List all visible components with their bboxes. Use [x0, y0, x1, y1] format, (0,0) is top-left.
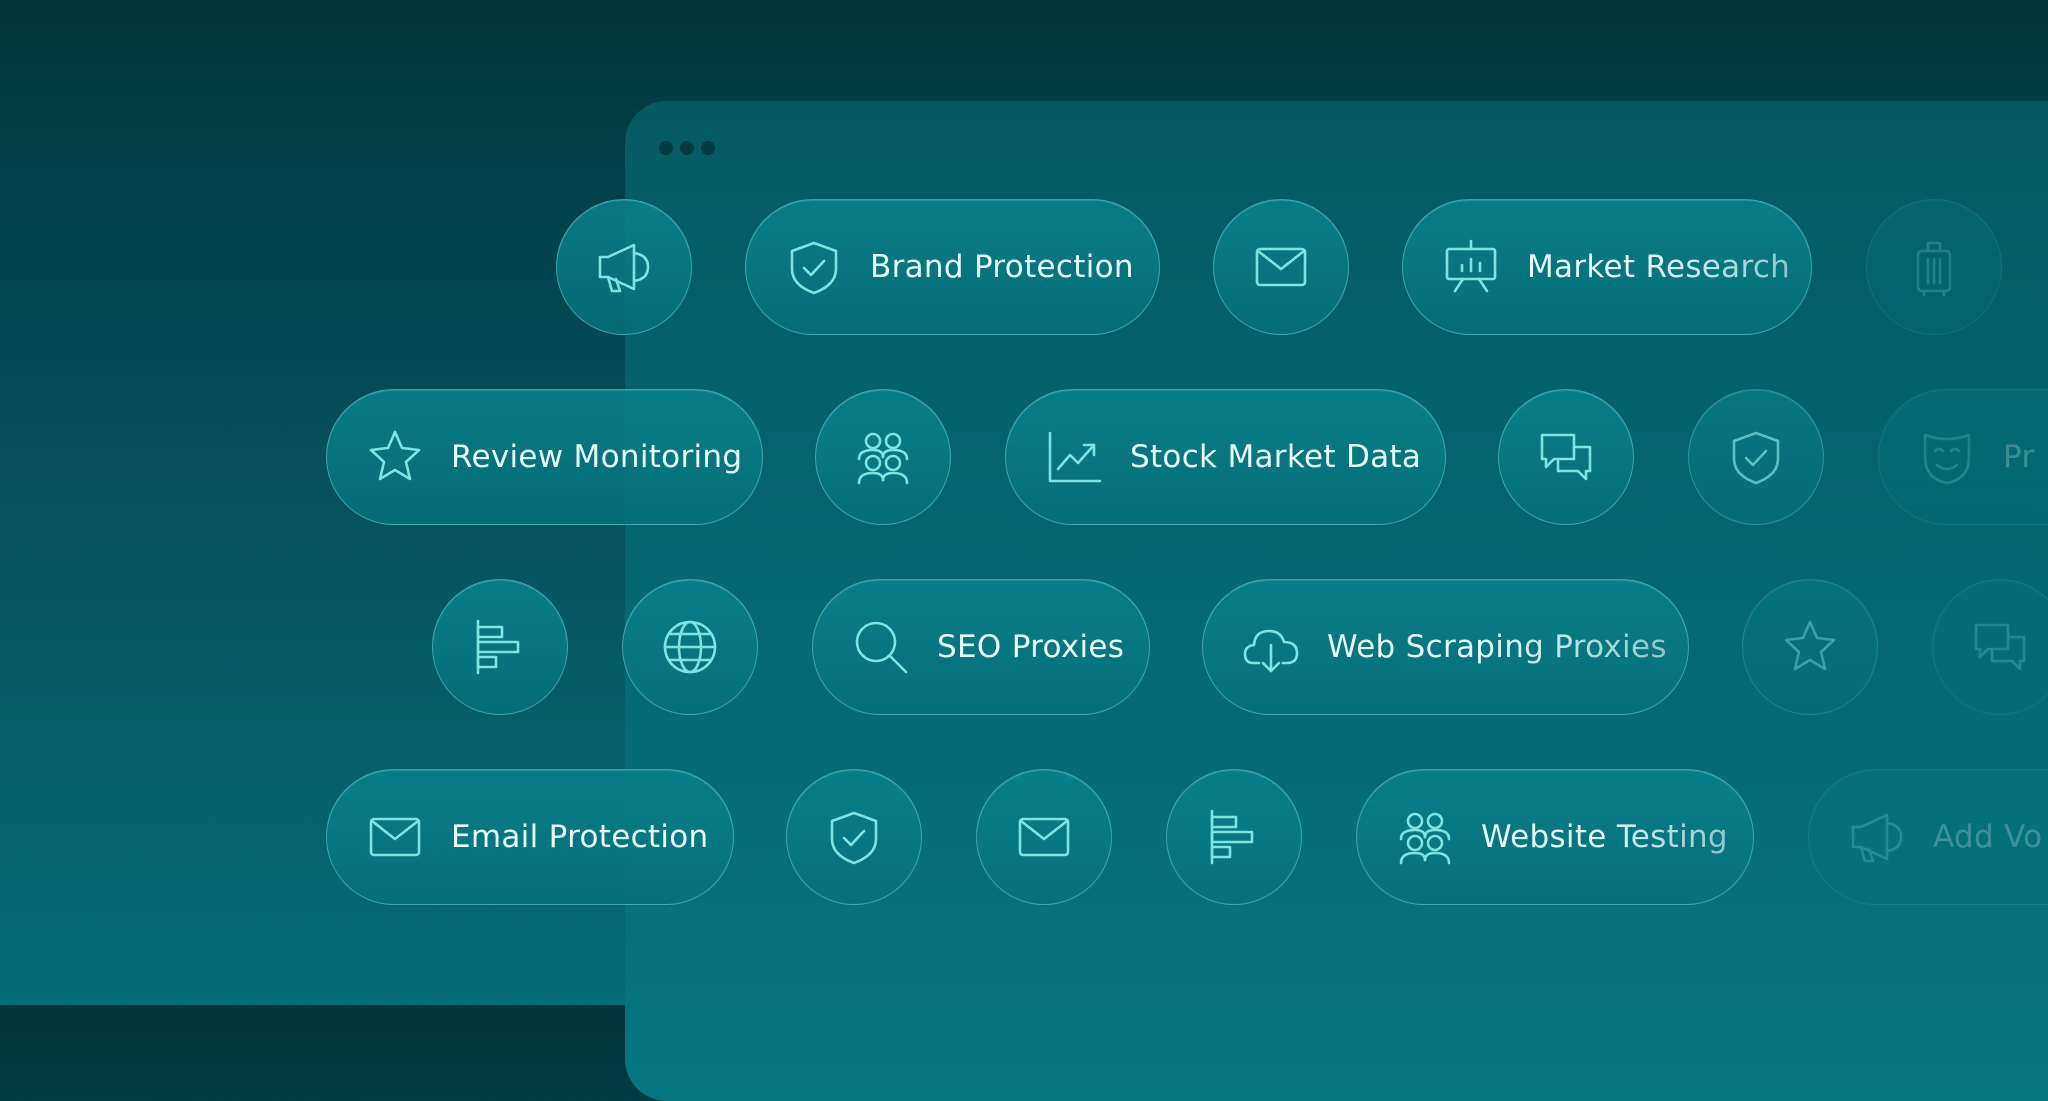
luggage-icon: [1904, 237, 1964, 297]
presentation-chart-icon: [1441, 237, 1501, 297]
review-monitoring-label: Review Monitoring: [451, 439, 743, 475]
align-bars-icon: [470, 617, 530, 677]
chat-bubbles-icon: [1970, 617, 2030, 677]
chat-bubbles-icon: [1536, 427, 1596, 487]
mail-icon: [1251, 237, 1311, 297]
mail-chip[interactable]: [1213, 199, 1349, 335]
window-controls: [659, 141, 715, 155]
star-icon: [365, 427, 425, 487]
chat-chip[interactable]: [1498, 389, 1634, 525]
seo-proxies-label: SEO Proxies: [937, 629, 1125, 665]
megaphone-chip[interactable]: [556, 199, 692, 335]
mail-icon: [365, 807, 425, 867]
email-protection-chip[interactable]: Email Protection: [326, 769, 734, 905]
search-icon: [851, 617, 911, 677]
users-icon: [1395, 807, 1455, 867]
star-icon: [1780, 617, 1840, 677]
window-dot: [680, 141, 694, 155]
star-chip[interactable]: [1742, 579, 1878, 715]
align-chip[interactable]: [432, 579, 568, 715]
website-testing-chip[interactable]: Website Testing: [1356, 769, 1754, 905]
globe-icon: [660, 617, 720, 677]
web-scraping-proxies-chip[interactable]: Web Scraping Proxies: [1202, 579, 1689, 715]
megaphone-icon: [1847, 807, 1907, 867]
website-testing-label: Website Testing: [1481, 819, 1728, 855]
align-bars-icon: [1204, 807, 1264, 867]
shield-chip[interactable]: [1688, 389, 1824, 525]
luggage-chip[interactable]: [1866, 199, 2002, 335]
market-research-chip[interactable]: Market Research: [1402, 199, 1812, 335]
stock-market-data-chip[interactable]: Stock Market Data: [1005, 389, 1446, 525]
users-chip[interactable]: [815, 389, 951, 525]
window-dot: [701, 141, 715, 155]
trend-chart-icon: [1044, 427, 1104, 487]
shield-check-icon: [1726, 427, 1786, 487]
theater-mask-icon: [1917, 427, 1977, 487]
globe-chip[interactable]: [622, 579, 758, 715]
users-icon: [853, 427, 913, 487]
brand-protection-chip[interactable]: Brand Protection: [745, 199, 1160, 335]
web-scraping-proxies-label: Web Scraping Proxies: [1327, 629, 1667, 665]
shield-check-icon: [824, 807, 884, 867]
market-research-label: Market Research: [1527, 249, 1791, 285]
cloud-download-icon: [1241, 617, 1301, 677]
partial-chip-label: Pr: [2003, 439, 2035, 475]
mail-chip[interactable]: [976, 769, 1112, 905]
review-monitoring-chip[interactable]: Review Monitoring: [326, 389, 763, 525]
add-voice-chip[interactable]: Add Vo: [1808, 769, 2048, 905]
stock-market-data-label: Stock Market Data: [1130, 439, 1422, 475]
mail-icon: [1014, 807, 1074, 867]
megaphone-icon: [594, 237, 654, 297]
align-chip[interactable]: [1166, 769, 1302, 905]
theater-chip[interactable]: Pr: [1878, 389, 2048, 525]
brand-protection-label: Brand Protection: [870, 249, 1134, 285]
add-voice-label: Add Vo: [1933, 819, 2043, 855]
shield-check-icon: [784, 237, 844, 297]
email-protection-label: Email Protection: [451, 819, 709, 855]
window-dot: [659, 141, 673, 155]
shield-chip[interactable]: [786, 769, 922, 905]
seo-proxies-chip[interactable]: SEO Proxies: [812, 579, 1150, 715]
